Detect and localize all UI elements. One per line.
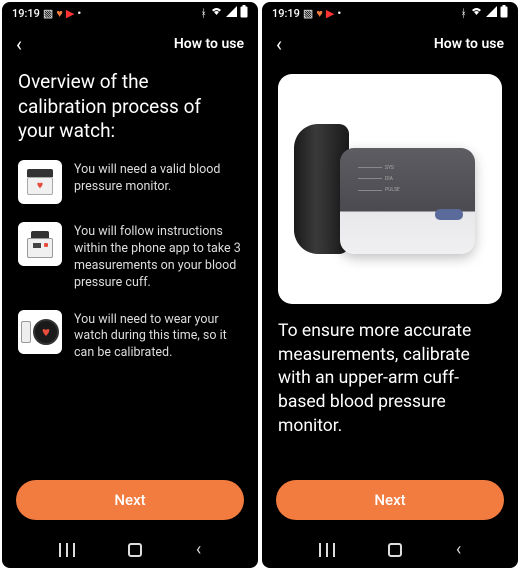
step-item: You will need to wear your watch during … [18,310,242,363]
recent-apps-button[interactable] [59,543,75,557]
wifi-icon [210,6,223,20]
bluetooth-icon: ᚼ [460,7,467,20]
dot-icon: • [337,7,341,20]
step-text: You will need to wear your watch during … [74,310,242,363]
status-time: 19:19 [12,7,40,20]
system-navbar: ‹ [2,532,258,568]
next-button[interactable]: Next [16,480,244,520]
battery-icon [240,5,248,21]
system-back-button[interactable]: ‹ [196,541,201,559]
body-text: To ensure more accurate measurements, ca… [278,320,502,438]
signal-icon [486,6,497,20]
watch-icon [18,310,62,354]
how-to-use-link[interactable]: How to use [174,36,244,52]
top-bar: ‹ How to use [262,24,518,64]
heart-icon: ♥ [316,7,323,20]
step-item: You will need a valid blood pressure mon… [18,160,242,204]
home-button[interactable] [128,543,142,557]
steps-list: You will need a valid blood pressure mon… [18,160,242,362]
monitor-image: SYS DIA PULSE [278,74,502,304]
cuff-icon [18,222,62,266]
signal-icon [226,6,237,20]
top-bar: ‹ How to use [2,24,258,64]
recent-apps-button[interactable] [319,543,335,557]
battery-icon [500,5,508,21]
youtube-icon: ▶ [326,7,334,20]
step-text: You will need a valid blood pressure mon… [74,160,242,196]
how-to-use-link[interactable]: How to use [434,36,504,52]
step-text: You will follow instructions within the … [74,222,242,292]
monitor-start-button-graphic [435,209,463,220]
status-bar: 19:19 ▧ ♥ ▶ • ᚼ [2,2,258,24]
status-bar: 19:19 ▧ ♥ ▶ • ᚼ [262,2,518,24]
status-time: 19:19 [272,7,300,20]
bluetooth-icon: ᚼ [200,7,207,20]
page-title: Overview of the calibration process of y… [18,70,242,144]
dot-icon: • [77,7,81,20]
heart-icon: ♥ [56,7,63,20]
system-navbar: ‹ [262,532,518,568]
wifi-icon [470,6,483,20]
youtube-icon: ▶ [66,7,74,20]
back-button[interactable]: ‹ [16,34,22,54]
image-icon: ▧ [303,7,313,20]
next-button[interactable]: Next [276,480,504,520]
screen-monitor-info: 19:19 ▧ ♥ ▶ • ᚼ ‹ How to use [262,2,518,568]
system-back-button[interactable]: ‹ [456,541,461,559]
image-icon: ▧ [43,7,53,20]
back-button[interactable]: ‹ [276,34,282,54]
step-item: You will follow instructions within the … [18,222,242,292]
screen-overview: 19:19 ▧ ♥ ▶ • ᚼ ‹ How to use Overview of… [2,2,258,568]
home-button[interactable] [388,543,402,557]
bp-monitor-icon [18,160,62,204]
